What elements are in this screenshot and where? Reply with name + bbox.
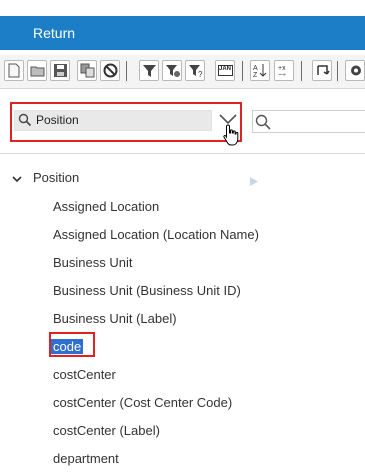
filter-icon: [143, 65, 156, 77]
field-dropdown-value: Position: [36, 113, 79, 127]
svg-text:−÷: −÷: [278, 72, 286, 78]
tree-node-label: Position: [33, 170, 80, 185]
tree-item-selected[interactable]: code: [51, 339, 84, 354]
filter-help-icon: ?: [189, 65, 203, 78]
refresh-icon: [317, 65, 330, 75]
tree-item[interactable]: department: [53, 451, 119, 466]
sort-button[interactable]: AZ: [250, 60, 270, 81]
tree-item[interactable]: Assigned Location (Location Name): [53, 227, 259, 242]
sort-icon: AZ: [253, 64, 267, 78]
svg-text:Z: Z: [253, 72, 258, 78]
toolbar-separator: [126, 61, 127, 81]
svg-text:A: A: [253, 65, 258, 72]
page-title: Return: [33, 25, 76, 41]
search-icon: [255, 114, 271, 135]
save-icon: [54, 64, 67, 77]
filter-button[interactable]: [139, 60, 159, 81]
open-button[interactable]: [27, 60, 47, 81]
tree-item[interactable]: Assigned Location: [53, 199, 159, 214]
save-button[interactable]: [50, 60, 70, 81]
tree-item[interactable]: costCenter: [53, 367, 116, 382]
tree-item[interactable]: costCenter (Cost Center Code): [53, 395, 232, 410]
filter-help-button[interactable]: ?: [185, 60, 205, 81]
copy-button[interactable]: [77, 60, 97, 81]
title-bar: Return: [0, 16, 365, 50]
jan-button[interactable]: JAN: [215, 60, 235, 81]
svg-text:?: ?: [198, 70, 203, 78]
toolbar: ? JAN AZ +x −÷: [0, 55, 365, 89]
search-icon: [18, 113, 32, 132]
calculate-icon: +x−÷: [278, 65, 286, 78]
copy-icon: [80, 63, 95, 78]
toolbar-separator: [301, 61, 302, 81]
calculate-button[interactable]: +x −÷: [274, 60, 294, 81]
tree-item[interactable]: Business Unit (Business Unit ID): [53, 283, 241, 298]
toolbar-separator: [337, 61, 338, 81]
selected-text: code: [51, 339, 84, 354]
settings-button[interactable]: [345, 60, 365, 81]
tree-item[interactable]: Business Unit: [53, 255, 132, 270]
play-icon[interactable]: [249, 174, 259, 192]
open-icon: [30, 66, 45, 77]
cancel-button[interactable]: [100, 60, 120, 81]
toolbar-separator: [242, 61, 243, 81]
new-button[interactable]: [4, 60, 24, 81]
svg-text:+x: +x: [278, 65, 286, 72]
field-dropdown[interactable]: Position: [14, 110, 212, 131]
hand-cursor-icon: [222, 124, 240, 151]
filter-settings-button[interactable]: [162, 60, 182, 81]
cancel-icon: [103, 63, 118, 78]
filter-settings-icon: [166, 65, 180, 77]
jan-label: JAN: [219, 66, 232, 72]
new-icon: [8, 63, 20, 78]
settings-icon: [351, 65, 361, 76]
tree-item[interactable]: Business Unit (Label): [53, 311, 177, 326]
search-input[interactable]: [252, 110, 365, 133]
chevron-down-icon[interactable]: [12, 171, 22, 189]
divider: [0, 153, 365, 154]
tree-item[interactable]: costCenter (Label): [53, 423, 160, 438]
refresh-button[interactable]: [312, 60, 332, 81]
